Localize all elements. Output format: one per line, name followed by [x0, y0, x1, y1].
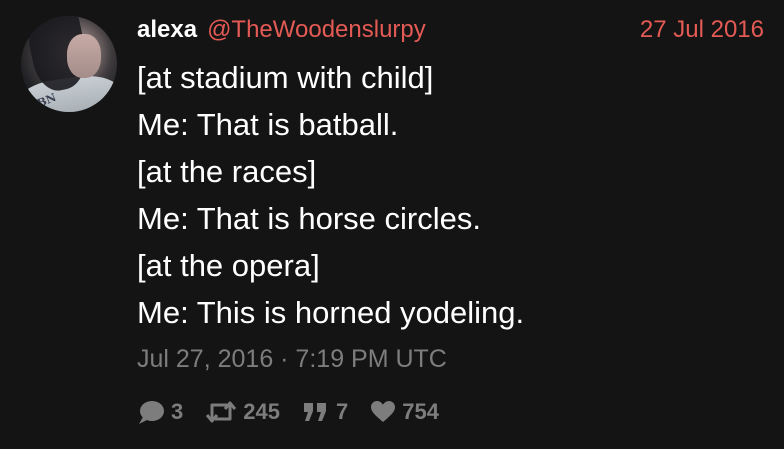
retweet-count: 245: [243, 399, 280, 424]
tweet-line: Me: That is horse circles.: [137, 201, 481, 236]
avatar-face: [67, 34, 101, 78]
quote-icon: [302, 400, 330, 424]
tweet-header: alexa @TheWoodenslurpy 27 Jul 2016: [137, 14, 764, 46]
tweet-date-link[interactable]: 27 Jul 2016: [640, 16, 764, 44]
like-stat[interactable]: 754: [370, 399, 439, 425]
retweet-stat[interactable]: 245: [205, 399, 280, 425]
tweet-line: Me: This is horned yodeling.: [137, 295, 525, 330]
tweet-line: [at the opera]: [137, 248, 320, 283]
comment-icon: [137, 399, 165, 425]
tweet-body: [at stadium with child] Me: That is batb…: [137, 54, 757, 336]
quote-count: 7: [335, 399, 349, 424]
avatar[interactable]: BN: [21, 16, 117, 112]
heart-icon: [370, 400, 396, 424]
retweet-icon: [205, 400, 237, 424]
reply-stat[interactable]: 3: [137, 399, 183, 425]
tweet-timestamp[interactable]: Jul 27, 2016 · 7:19 PM UTC: [137, 345, 447, 374]
user-handle[interactable]: @TheWoodenslurpy: [207, 16, 426, 44]
reply-count: 3: [171, 399, 184, 424]
like-count: 754: [402, 399, 439, 424]
display-name[interactable]: alexa: [137, 16, 197, 44]
quote-stat[interactable]: 7: [302, 399, 348, 425]
tweet-line: [at the races]: [137, 154, 317, 189]
tweet-stats: 3 245 7 754: [137, 396, 461, 428]
tweet: BN alexa @TheWoodenslurpy 27 Jul 2016 [a…: [0, 0, 784, 449]
tweet-line: [at stadium with child]: [137, 60, 434, 95]
tweet-line: Me: That is batball.: [137, 107, 399, 142]
